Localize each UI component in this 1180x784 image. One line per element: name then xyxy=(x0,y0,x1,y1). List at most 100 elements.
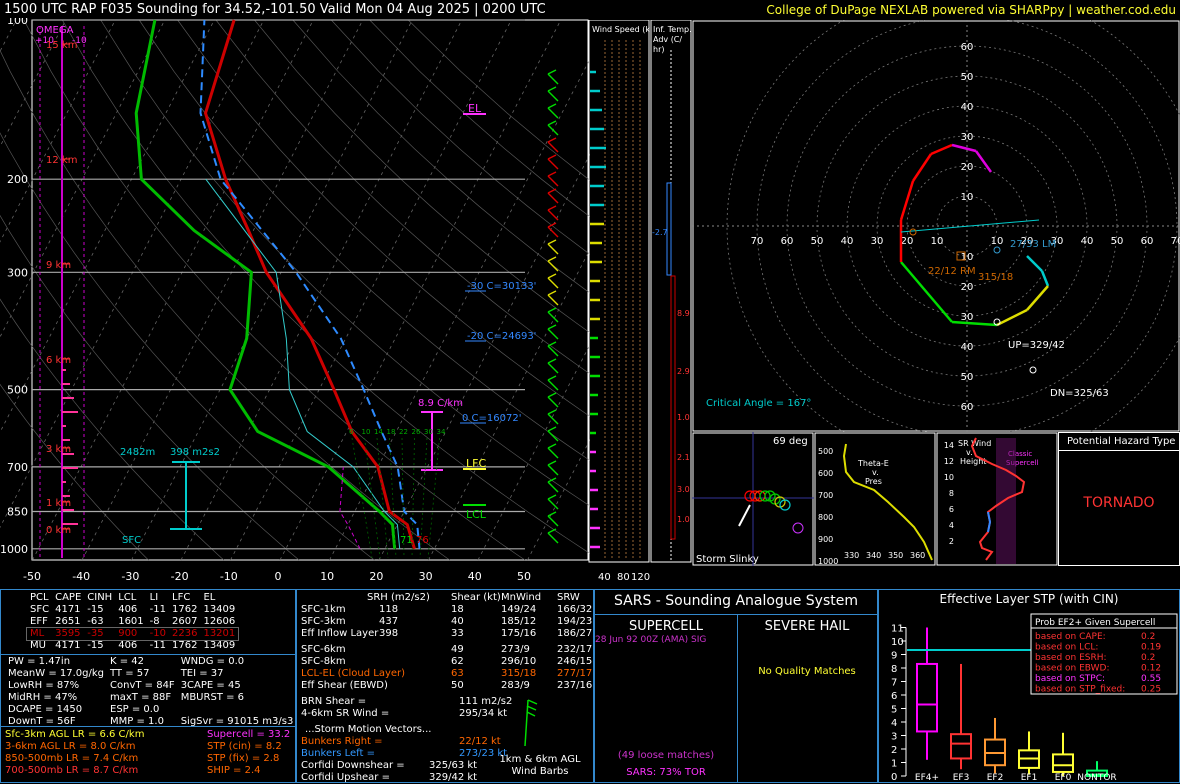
cell: -35 xyxy=(87,628,104,639)
cell: 2651 xyxy=(55,616,81,627)
cell: PW = 1.47in xyxy=(8,656,71,667)
wind-barb xyxy=(547,532,559,544)
slinky-vector xyxy=(738,504,751,527)
isotherm xyxy=(32,19,314,561)
theta-title-2: v. xyxy=(872,468,879,477)
kin-rows: SFC-1km 118 18 149/24 166/32 SFC-3km 437 40 185/… xyxy=(301,604,593,692)
ring-label: 70 xyxy=(751,236,764,247)
cell: LowRH = 87% xyxy=(8,680,80,691)
wind-barb xyxy=(547,430,559,442)
composite: STP (fix) = 2.8 xyxy=(207,753,280,764)
divider xyxy=(1,654,295,655)
sars-panel: SARS - Sounding Analogue System SUPERCEL… xyxy=(594,589,878,783)
wind-barb xyxy=(547,73,559,85)
cell: 149/24 xyxy=(501,604,537,615)
temp-advection-panel: Inf. Temp. Adv (C/ hr) -2.7 8.9 2.9 1.0 … xyxy=(650,20,692,563)
wind-title: Wind Speed (knots) xyxy=(592,25,650,34)
kin-header: MnWind xyxy=(501,592,542,603)
thermo-header: PCL xyxy=(30,592,49,603)
cell: 1601 xyxy=(118,616,144,627)
cell: SFC-8km xyxy=(301,656,346,667)
ring-label: 50 xyxy=(811,236,824,247)
mixing-ratio-label: 14 xyxy=(374,428,383,436)
indices-table: PW = 1.47in K = 42 WNDG = 0.0 MeanW = 17.0… xyxy=(5,656,296,728)
ring-label: 20 xyxy=(961,162,974,173)
stp-category: EF3 xyxy=(953,773,970,782)
table-row: SFC-3km 437 40 185/12 194/23 xyxy=(301,616,592,628)
cell: 246/15 xyxy=(557,656,593,667)
cell: 232/17 xyxy=(557,644,593,655)
wind-barb xyxy=(547,90,559,102)
brn-row: BRN Shear = 111 m2/s2 xyxy=(301,696,591,708)
divider xyxy=(1,726,295,727)
wind-speed-bars xyxy=(590,70,606,549)
wind-barb-flag xyxy=(547,460,557,466)
slinky-ring xyxy=(792,522,804,534)
stp-category: EF0 xyxy=(1055,773,1072,782)
thermo-table: PCL CAPE CINH LCL LI LFC EL SFC 4171 -15 40… xyxy=(25,592,240,652)
thermo-header-row: PCL CAPE CINH LCL LI LFC EL xyxy=(27,592,238,604)
table-row: Eff Inflow Layer 398 33 175/16 186/27 xyxy=(301,628,593,640)
wind-barb-flag xyxy=(547,188,557,194)
ring-label: 60 xyxy=(1141,236,1154,247)
theta-title-3: Pres xyxy=(865,477,882,486)
isotherm xyxy=(0,19,116,243)
stp-box xyxy=(1052,753,1074,773)
skewt-chart: OMEGA +10 -10 1002003005007008501000 -50… xyxy=(0,18,590,583)
temperature-tick: 50 xyxy=(517,570,531,583)
prob-label: based on LCL: xyxy=(1035,643,1098,653)
isotherm xyxy=(527,438,590,561)
cell: 13201 xyxy=(203,628,236,639)
lapse-rate: Sfc-3km AGL LR = 6.6 C/km xyxy=(5,729,145,740)
cell: 186/27 xyxy=(557,628,593,639)
barb-flag xyxy=(527,699,538,705)
wind-barb-flag xyxy=(547,511,557,517)
surface-dewpoint: 71 xyxy=(400,535,413,546)
cell: Eff Inflow Layer xyxy=(301,628,379,639)
kin-header: SRW xyxy=(557,592,580,603)
cell: SFC xyxy=(30,604,50,615)
wind-barbs xyxy=(547,69,559,544)
cell: 1762 xyxy=(172,640,198,651)
cell: SFC-6km xyxy=(301,644,346,655)
stp-category: EF1 xyxy=(1021,773,1038,782)
hazard-value: TORNADO xyxy=(1083,495,1155,511)
ring-label: 40 xyxy=(1081,236,1094,247)
wind-barb xyxy=(547,107,559,119)
wind-barb xyxy=(547,328,559,340)
prob-value: 0.25 xyxy=(1141,685,1161,695)
barbs-label: 1km & 6km AGL Wind Barbs xyxy=(499,754,581,777)
wind-barb-flag xyxy=(547,443,557,449)
wind-barb xyxy=(547,311,559,323)
cell: 315/18 xyxy=(501,668,537,679)
table-row: SFC-6km 49 273/9 232/17 xyxy=(301,644,593,656)
wind-barb-flag xyxy=(547,528,557,534)
sounding-lines xyxy=(134,19,421,550)
cell: ...Storm Motion Vectors... xyxy=(305,724,432,735)
wind-barb xyxy=(547,158,559,170)
srwind-4-6 xyxy=(987,511,992,533)
mixing-ratio-label: 30 xyxy=(424,428,433,436)
lcl-label: LCL xyxy=(466,508,487,521)
wind-barb xyxy=(547,379,559,391)
ring-label: 40 xyxy=(841,236,854,247)
wind-barb-flag xyxy=(547,375,557,381)
table-row: MeanW = 17.0g/kg TT = 57 TEI = 37 xyxy=(5,668,296,680)
cell: 406 xyxy=(118,640,138,651)
adv-value: 3.0 xyxy=(677,485,690,494)
table-row: Eff Shear (EBWD) 50 283/9 237/16 xyxy=(301,680,592,692)
wind-barb xyxy=(547,362,559,374)
hodo-segment xyxy=(899,180,915,221)
sars-loose: (49 loose matches) xyxy=(617,750,715,761)
ring-label: 10 xyxy=(931,236,944,247)
classic-band xyxy=(996,438,1016,564)
upshear-label: UP=329/42 xyxy=(1008,340,1065,351)
cell: 4171 xyxy=(55,604,81,615)
pressure-labels: 100 200 300 500 700 850 1000 xyxy=(0,18,28,556)
theta-pres-tick: 800 xyxy=(818,513,833,522)
height-label: 0 km xyxy=(46,525,71,536)
wind-barb-flag xyxy=(547,171,557,177)
ring-label: 50 xyxy=(961,72,974,83)
cell: -10 xyxy=(149,628,166,639)
ring-label: 70 xyxy=(1171,236,1180,247)
